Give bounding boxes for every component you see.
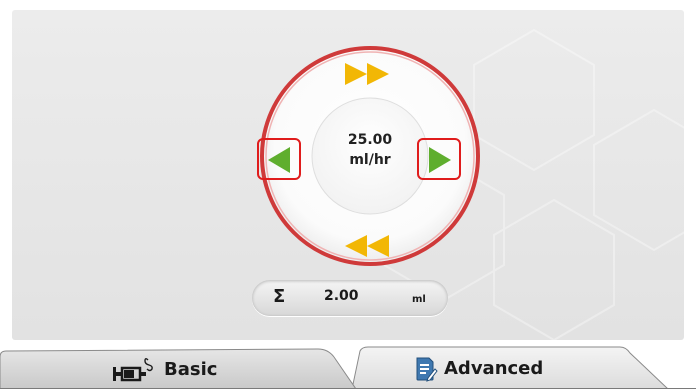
total-volume-display: Σ 2.00 ml (252, 280, 448, 316)
tab-basic[interactable]: Basic (30, 349, 350, 389)
tab-advanced[interactable]: Advanced (360, 349, 660, 389)
rate-value: 25.00 (347, 132, 393, 148)
total-volume-value: 2.00 (324, 288, 359, 304)
pump-screen: 25.00 ml/hr Σ 2.00 ml Basic Advanced (0, 0, 696, 389)
mode-tab-bar: Basic Advanced (0, 343, 696, 389)
sigma-symbol: Σ (273, 286, 286, 307)
rate-unit: ml/hr (349, 152, 391, 168)
fast-decrease-button[interactable] (345, 235, 395, 257)
double-triangle-up-icon (345, 63, 389, 85)
syringe-icon (113, 358, 153, 382)
rate-display: 25.00 ml/hr (315, 130, 425, 170)
tab-basic-label: Basic (164, 359, 218, 380)
triangle-left-icon (268, 147, 290, 173)
fast-increase-button[interactable] (345, 63, 395, 85)
rate-dial: 25.00 ml/hr (247, 45, 493, 267)
main-panel: 25.00 ml/hr Σ 2.00 ml (12, 10, 684, 340)
double-triangle-down-icon (345, 235, 389, 257)
tab-advanced-label: Advanced (444, 358, 544, 379)
triangle-right-icon (429, 147, 451, 173)
total-volume-unit: ml (412, 294, 426, 305)
decrease-button[interactable] (257, 138, 301, 180)
document-edit-icon (416, 357, 438, 382)
